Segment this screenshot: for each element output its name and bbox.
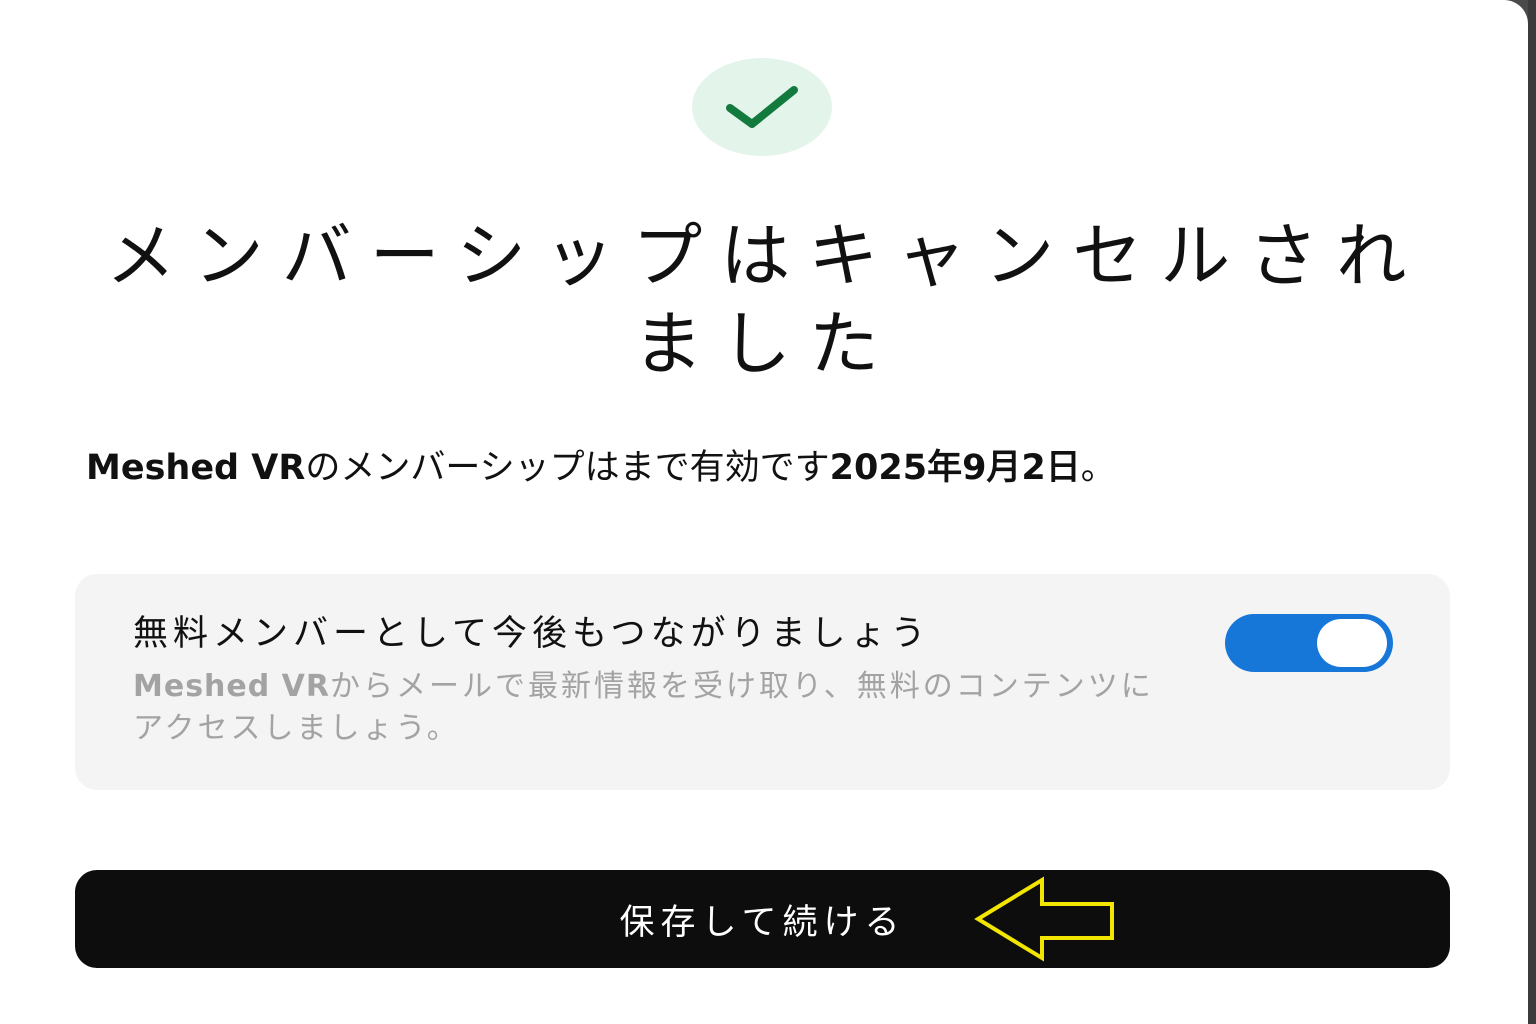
modal-title: メンバーシップはキャンセルされ ました	[60, 212, 1470, 388]
window-edge	[1528, 0, 1536, 1024]
free-membership-title: 無料メンバーとして今後もつながりましょう	[133, 614, 931, 654]
free-membership-toggle[interactable]	[1225, 614, 1393, 672]
membership-valid-text: のメンバーシップはまで有効です	[305, 448, 830, 488]
description-brand: Meshed VR	[133, 669, 330, 704]
modal-title-line1: メンバーシップはキャンセルされ	[105, 215, 1425, 297]
page: メンバーシップはキャンセルされ ました Meshed VRのメンバーシップはまで…	[0, 0, 1536, 1024]
save-and-continue-button[interactable]: 保存して続ける	[75, 870, 1450, 968]
free-membership-description: Meshed VRからメールで最新情報を受け取り、無料のコンテンツにアクセスしま…	[133, 666, 1173, 750]
free-membership-card: 無料メンバーとして今後もつながりましょう Meshed VRからメールで最新情報…	[75, 574, 1450, 790]
toggle-knob	[1317, 619, 1387, 667]
success-badge	[692, 58, 832, 156]
membership-end-date: 2025年9月2日	[829, 448, 1081, 488]
annotation-arrow-icon	[974, 876, 1114, 962]
brand-name: Meshed VR	[86, 448, 306, 488]
check-icon	[726, 86, 798, 128]
sentence-end: 。	[1080, 448, 1116, 488]
modal-title-line2: ました	[633, 303, 897, 385]
membership-end-text: Meshed VRのメンバーシップはまで有効です2025年9月2日。	[86, 444, 1466, 492]
cancellation-modal: メンバーシップはキャンセルされ ました Meshed VRのメンバーシップはまで…	[0, 0, 1528, 1024]
